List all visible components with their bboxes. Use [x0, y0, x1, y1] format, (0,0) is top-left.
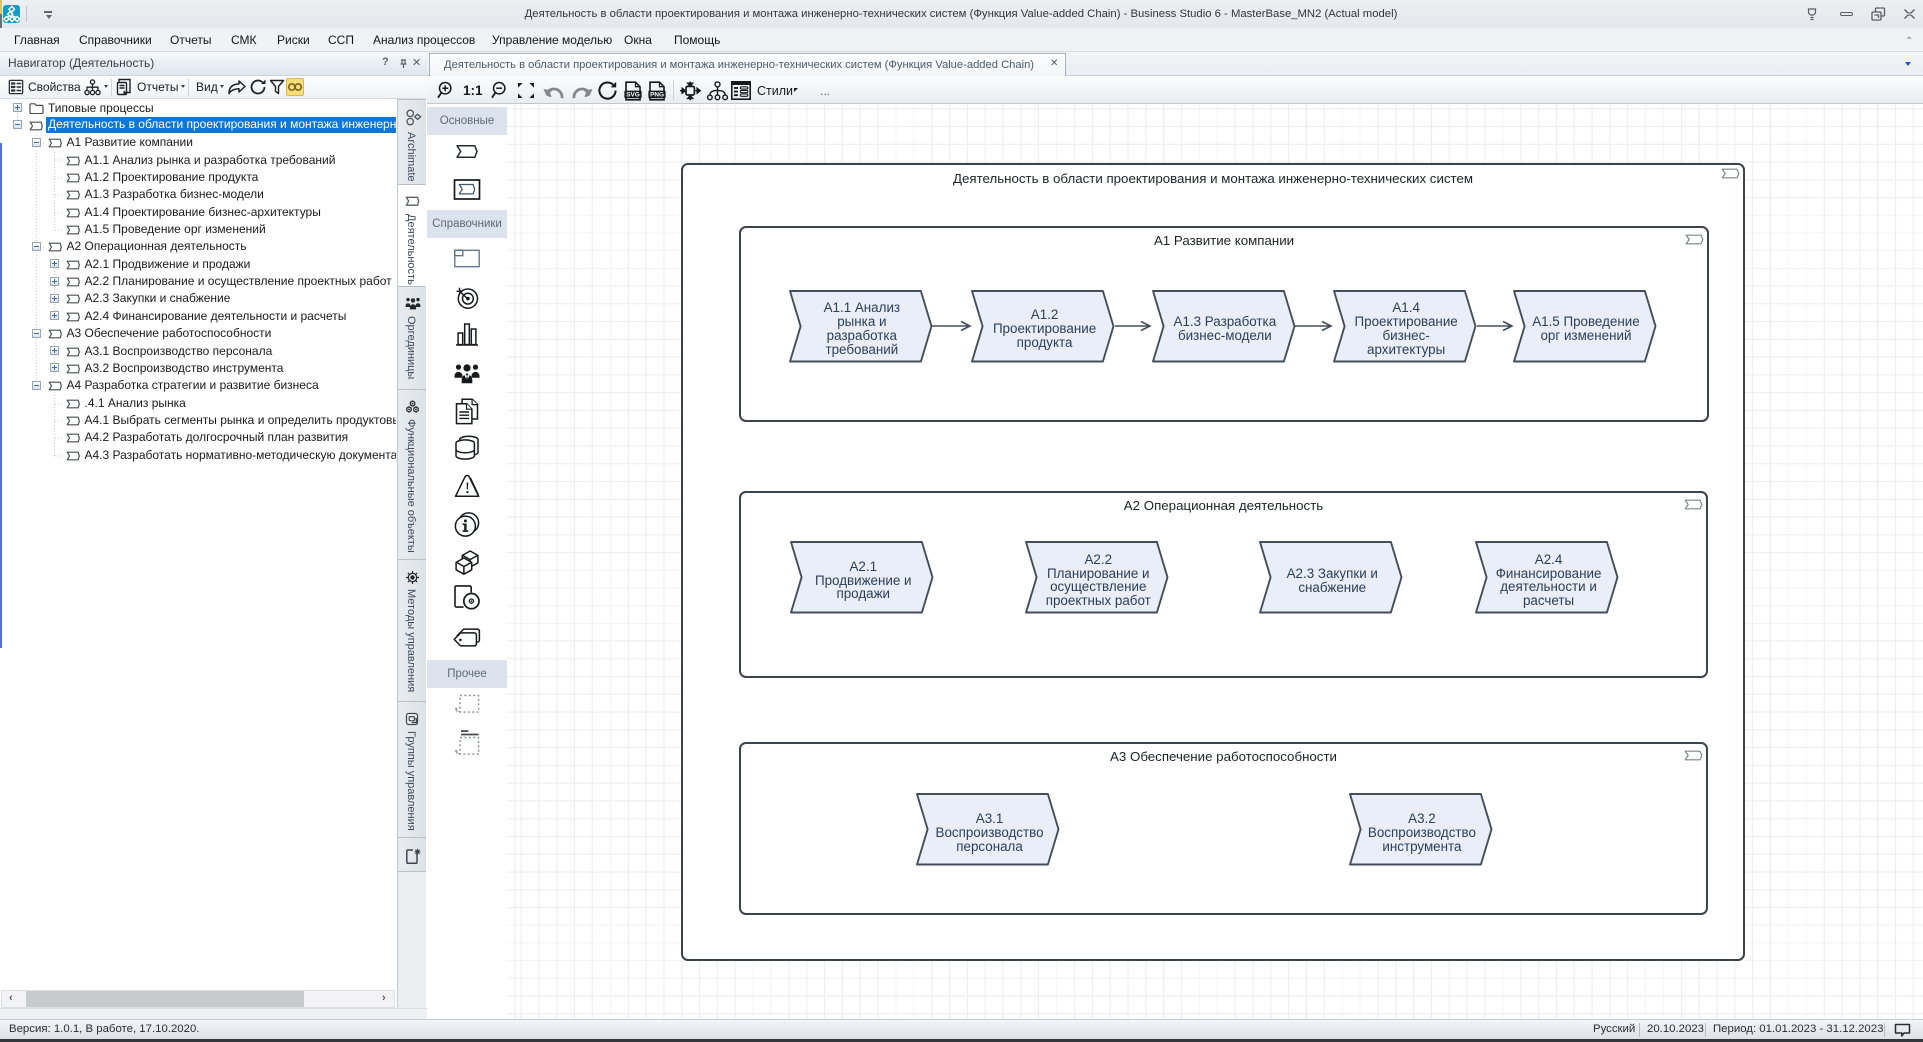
- svg-text:PNG: PNG: [650, 92, 664, 99]
- svg-text:SVG: SVG: [626, 92, 640, 99]
